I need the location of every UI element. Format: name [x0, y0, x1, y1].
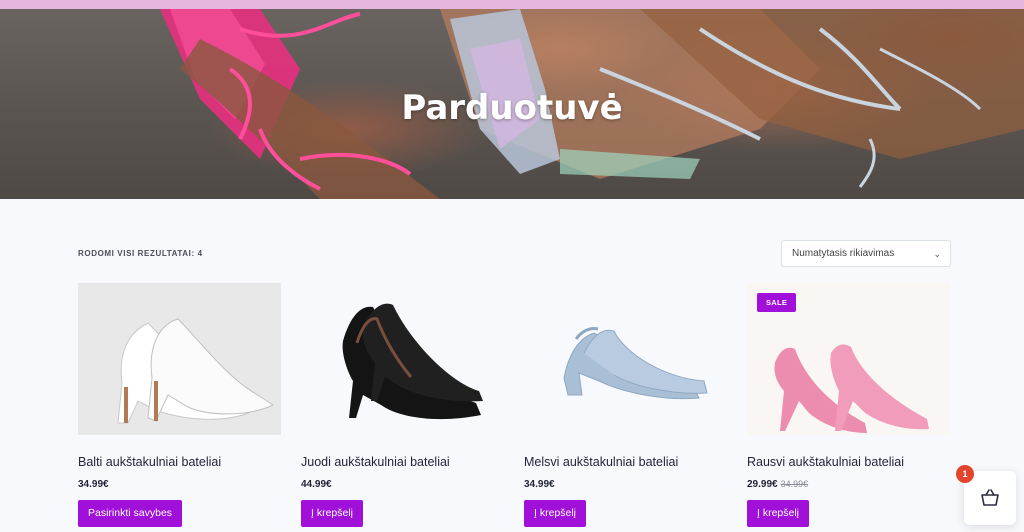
product-image[interactable]: [78, 283, 281, 435]
price-value: 34.99€: [524, 479, 555, 490]
product-card[interactable]: Juodi aukštakulniai bateliai 44.99€ Į kr…: [301, 283, 504, 527]
chevron-down-icon: ⌄: [933, 249, 941, 259]
add-to-cart-button[interactable]: Į krepšelį: [747, 500, 810, 527]
product-price: 29.99€ 34.99€: [747, 479, 808, 490]
page-title: Parduotuvė: [401, 88, 623, 128]
top-accent-bar: [0, 0, 1024, 9]
sort-select-value: Numatytasis rikiavimas: [792, 248, 895, 259]
select-options-button[interactable]: Pasirinkti savybes: [78, 500, 183, 527]
product-title[interactable]: Melsvi aukštakulniai bateliai: [524, 455, 678, 469]
results-count: RODOMI VISI REZULTATAI: 4: [78, 249, 203, 258]
sort-select[interactable]: Numatytasis rikiavimas ⌄: [781, 240, 951, 267]
hero-banner: Parduotuvė: [0, 9, 1024, 199]
product-card[interactable]: SALE Rausvi aukštakulniai bateliai 29.99…: [747, 283, 950, 527]
old-price: 34.99€: [780, 479, 809, 489]
price-value: 44.99€: [301, 479, 332, 490]
price-value: 29.99€: [747, 479, 778, 490]
add-to-cart-button[interactable]: Į krepšelį: [524, 500, 587, 527]
product-image[interactable]: [301, 283, 504, 435]
product-price: 34.99€: [78, 479, 109, 490]
product-price: 34.99€: [524, 479, 555, 490]
product-card[interactable]: Melsvi aukštakulniai bateliai 34.99€ Į k…: [524, 283, 727, 527]
basket-icon: [981, 489, 999, 506]
product-title[interactable]: Balti aukštakulniai bateliai: [78, 455, 221, 469]
product-title[interactable]: Rausvi aukštakulniai bateliai: [747, 455, 904, 469]
product-price: 44.99€: [301, 479, 332, 490]
product-title[interactable]: Juodi aukštakulniai bateliai: [301, 455, 450, 469]
sale-badge: SALE: [757, 293, 797, 312]
add-to-cart-button[interactable]: Į krepšelį: [301, 500, 364, 527]
product-card[interactable]: Balti aukštakulniai bateliai 34.99€ Pasi…: [78, 283, 281, 527]
cart-count-badge: 1: [956, 465, 974, 483]
price-value: 34.99€: [78, 479, 109, 490]
product-image[interactable]: SALE: [747, 283, 950, 435]
product-image[interactable]: [524, 283, 727, 435]
